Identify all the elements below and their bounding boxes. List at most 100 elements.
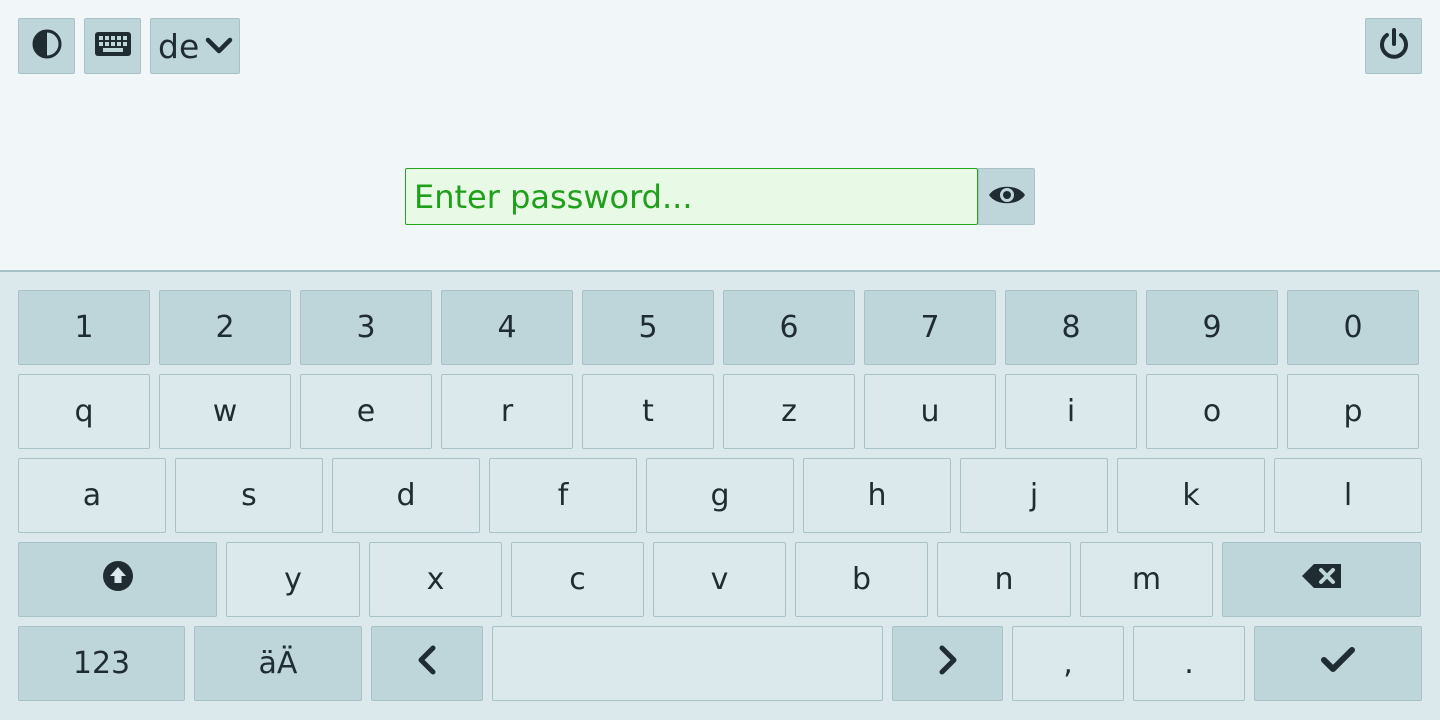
- key-label: 8: [1061, 310, 1081, 345]
- backspace-key[interactable]: [1222, 542, 1421, 617]
- space-key[interactable]: [492, 626, 883, 701]
- key-6[interactable]: 6: [723, 290, 855, 365]
- key-label: q: [74, 394, 94, 429]
- key-label: äÄ: [258, 646, 298, 681]
- power-button[interactable]: [1365, 18, 1422, 74]
- key-label: l: [1343, 478, 1353, 513]
- key-label: v: [710, 562, 729, 597]
- key-m[interactable]: m: [1080, 542, 1213, 617]
- key-label: x: [426, 562, 445, 597]
- key-l[interactable]: l: [1274, 458, 1422, 533]
- key-j[interactable]: j: [960, 458, 1108, 533]
- key-d[interactable]: d: [332, 458, 480, 533]
- key-g[interactable]: g: [646, 458, 794, 533]
- enter-key[interactable]: [1254, 626, 1422, 701]
- key-label: g: [710, 478, 730, 513]
- key-y[interactable]: y: [226, 542, 360, 617]
- key-s[interactable]: s: [175, 458, 323, 533]
- key-5[interactable]: 5: [582, 290, 714, 365]
- key-h[interactable]: h: [803, 458, 951, 533]
- key-label: 0: [1343, 310, 1363, 345]
- key-v[interactable]: v: [653, 542, 786, 617]
- key-label: o: [1202, 394, 1222, 429]
- show-password-button[interactable]: [978, 168, 1035, 225]
- key-label: e: [356, 394, 376, 429]
- key-7[interactable]: 7: [864, 290, 996, 365]
- key-p[interactable]: p: [1287, 374, 1419, 449]
- key-b[interactable]: b: [795, 542, 928, 617]
- key-t[interactable]: t: [582, 374, 714, 449]
- numbers-mode-key[interactable]: 123: [18, 626, 185, 701]
- chevron-down-icon: [205, 36, 233, 56]
- layout-label: de: [158, 26, 200, 66]
- key-label: i: [1066, 394, 1076, 429]
- key-2[interactable]: 2: [159, 290, 291, 365]
- key-9[interactable]: 9: [1146, 290, 1278, 365]
- key-label: t: [642, 394, 654, 429]
- key-e[interactable]: e: [300, 374, 432, 449]
- key-q[interactable]: q: [18, 374, 150, 449]
- key-label: p: [1343, 394, 1363, 429]
- key-3[interactable]: 3: [300, 290, 432, 365]
- bottom-row: 123 äÄ , .: [18, 626, 1422, 701]
- letter-row-1: q w e r t z u i o p: [18, 374, 1422, 449]
- key-label: u: [920, 394, 940, 429]
- key-n[interactable]: n: [937, 542, 1071, 617]
- number-row: 1 2 3 4 5 6 7 8 9 0: [18, 290, 1422, 365]
- key-o[interactable]: o: [1146, 374, 1278, 449]
- backspace-icon: [1301, 562, 1343, 597]
- key-label: 2: [215, 310, 235, 345]
- key-label: r: [500, 394, 514, 429]
- key-label: 123: [72, 646, 131, 681]
- key-w[interactable]: w: [159, 374, 291, 449]
- key-label: .: [1184, 646, 1194, 681]
- password-input[interactable]: [405, 168, 978, 225]
- key-x[interactable]: x: [369, 542, 502, 617]
- cursor-left-key[interactable]: [371, 626, 483, 701]
- key-4[interactable]: 4: [441, 290, 573, 365]
- letter-row-2: a s d f g h j k l: [18, 458, 1422, 533]
- cursor-right-key[interactable]: [892, 626, 1003, 701]
- key-label: 9: [1202, 310, 1222, 345]
- contrast-icon: [31, 28, 63, 64]
- shift-key[interactable]: [18, 542, 217, 617]
- layout-select-button[interactable]: de: [150, 18, 240, 74]
- key-r[interactable]: r: [441, 374, 573, 449]
- on-screen-keyboard: 1 2 3 4 5 6 7 8 9 0 q w e r t z u i o p …: [0, 270, 1440, 720]
- period-key[interactable]: .: [1133, 626, 1245, 701]
- contrast-button[interactable]: [18, 18, 75, 74]
- key-label: c: [569, 562, 586, 597]
- key-a[interactable]: a: [18, 458, 166, 533]
- key-label: 1: [74, 310, 94, 345]
- keyboard-icon: [94, 32, 131, 60]
- key-label: 3: [356, 310, 376, 345]
- key-f[interactable]: f: [489, 458, 637, 533]
- chevron-left-icon: [417, 645, 437, 683]
- key-c[interactable]: c: [511, 542, 644, 617]
- power-icon: [1377, 27, 1411, 65]
- key-label: j: [1029, 478, 1039, 513]
- password-row: [405, 168, 1035, 225]
- key-i[interactable]: i: [1005, 374, 1137, 449]
- key-8[interactable]: 8: [1005, 290, 1137, 365]
- shift-icon: [102, 560, 134, 600]
- key-label: b: [851, 562, 872, 597]
- key-k[interactable]: k: [1117, 458, 1265, 533]
- key-label: w: [212, 394, 238, 429]
- key-u[interactable]: u: [864, 374, 996, 449]
- key-label: z: [781, 394, 797, 429]
- key-label: d: [396, 478, 416, 513]
- key-1[interactable]: 1: [18, 290, 150, 365]
- key-label: 6: [779, 310, 799, 345]
- check-icon: [1320, 646, 1356, 682]
- umlaut-key[interactable]: äÄ: [194, 626, 362, 701]
- keyboard-toggle-button[interactable]: [84, 18, 141, 74]
- key-z[interactable]: z: [723, 374, 855, 449]
- key-label: 5: [638, 310, 658, 345]
- key-label: 4: [497, 310, 517, 345]
- key-0[interactable]: 0: [1287, 290, 1419, 365]
- key-label: y: [284, 562, 302, 597]
- key-label: ,: [1063, 646, 1073, 681]
- key-label: n: [994, 562, 1014, 597]
- comma-key[interactable]: ,: [1012, 626, 1124, 701]
